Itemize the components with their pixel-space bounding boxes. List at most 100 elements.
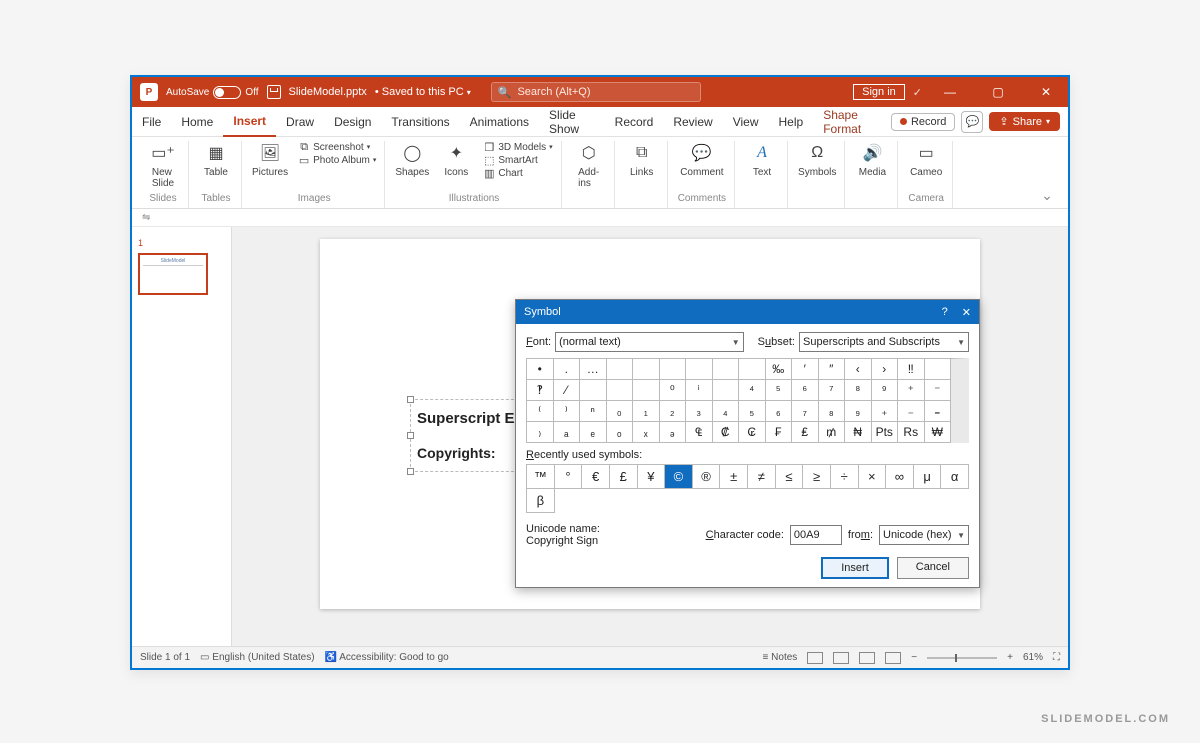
symbol-cell[interactable]	[713, 380, 740, 401]
symbol-cell[interactable]: ⁷	[819, 380, 846, 401]
search-input[interactable]: 🔍 Search (Alt+Q)	[491, 82, 701, 102]
symbol-cell[interactable]: ⁾	[554, 401, 581, 422]
symbol-cell[interactable]: ₑ	[580, 422, 607, 443]
fit-to-window-button[interactable]: ⛶	[1053, 652, 1060, 663]
autosave-toggle[interactable]: AutoSave Off	[166, 86, 259, 99]
symbol-cell[interactable]: ₓ	[633, 422, 660, 443]
cameo-button[interactable]: ▭Cameo	[909, 141, 943, 178]
symbol-cell[interactable]: ⁿ	[580, 401, 607, 422]
symbol-cell[interactable]: ″	[819, 359, 846, 380]
symbol-cell[interactable]: ₊	[872, 401, 899, 422]
symbol-cell[interactable]: ₐ	[554, 422, 581, 443]
shapes-button[interactable]: ◯Shapes	[395, 141, 429, 178]
symbol-cell[interactable]	[713, 359, 740, 380]
symbol-cell[interactable]: ₌	[925, 401, 952, 422]
symbols-button[interactable]: ΩSymbols	[798, 141, 836, 178]
symbol-cell[interactable]: ₔ	[660, 422, 687, 443]
font-select[interactable]: (normal text)▼	[555, 332, 744, 352]
3d-models-button[interactable]: ❒3D Models ▾	[483, 141, 552, 153]
symbol-cell[interactable]: ⁴	[739, 380, 766, 401]
tab-animations[interactable]: Animations	[460, 107, 539, 137]
recent-symbol-cell[interactable]: β	[527, 489, 555, 513]
symbol-cell[interactable]: ‼	[898, 359, 925, 380]
tab-help[interactable]: Help	[769, 107, 814, 137]
recent-symbol-cell[interactable]: €	[582, 465, 610, 489]
recent-symbol-cell[interactable]: ©	[665, 465, 693, 489]
symbol-cell[interactable]: ₢	[739, 422, 766, 443]
symbol-cell[interactable]: ⁵	[766, 380, 793, 401]
symbol-cell[interactable]: .	[554, 359, 581, 380]
photo-album-button[interactable]: ▭Photo Album ▾	[298, 154, 376, 166]
recent-symbol-cell[interactable]: £	[610, 465, 638, 489]
slideshow-view-button[interactable]	[885, 652, 901, 664]
symbol-cell[interactable]: ′	[792, 359, 819, 380]
recent-symbol-cell[interactable]: α	[941, 465, 969, 489]
resize-handle[interactable]	[407, 396, 414, 403]
recent-symbol-cell[interactable]: ¥	[638, 465, 666, 489]
symbol-cell[interactable]: ₒ	[607, 422, 634, 443]
dialog-titlebar[interactable]: Symbol ? ✕	[516, 300, 979, 324]
symbol-cell[interactable]: ₄	[713, 401, 740, 422]
resize-handle[interactable]	[407, 468, 414, 475]
table-button[interactable]: ▦Table	[199, 141, 233, 178]
coming-soon-icon[interactable]: ✓	[913, 86, 922, 99]
tab-review[interactable]: Review	[663, 107, 722, 137]
toggle-icon[interactable]	[213, 86, 241, 99]
symbol-cell[interactable]: ⁽	[527, 401, 554, 422]
symbol-cell[interactable]: ₈	[819, 401, 846, 422]
sorter-view-button[interactable]	[833, 652, 849, 664]
smartart-button[interactable]: ⬚SmartArt	[483, 154, 552, 166]
zoom-out-button[interactable]: −	[911, 652, 917, 663]
recent-symbol-cell[interactable]: ∞	[886, 465, 914, 489]
canvas-area[interactable]: Sli ↻ Superscript Example Copyrights:	[232, 227, 1068, 646]
symbol-cell[interactable]	[607, 359, 634, 380]
symbol-cell[interactable]	[580, 380, 607, 401]
save-icon[interactable]	[267, 85, 281, 99]
icons-button[interactable]: ✦Icons	[439, 141, 473, 178]
symbol-cell[interactable]: ₠	[686, 422, 713, 443]
notes-button[interactable]: ≡ Notes	[763, 652, 798, 663]
recent-symbol-cell[interactable]: °	[555, 465, 583, 489]
dialog-help-button[interactable]: ?	[942, 306, 948, 319]
symbol-cell[interactable]: ‽	[527, 380, 554, 401]
recent-symbol-cell[interactable]: ±	[720, 465, 748, 489]
comment-button[interactable]: 💬Comment	[680, 141, 723, 178]
symbol-cell[interactable]: ⁻	[925, 380, 952, 401]
symbol-cell[interactable]: ⁄	[554, 380, 581, 401]
tab-view[interactable]: View	[723, 107, 769, 137]
symbol-cell[interactable]	[607, 380, 634, 401]
close-button[interactable]: ✕	[1026, 77, 1066, 107]
recent-symbol-cell[interactable]: ™	[527, 465, 555, 489]
cancel-button[interactable]: Cancel	[897, 557, 969, 579]
symbol-cell[interactable]: …	[580, 359, 607, 380]
maximize-button[interactable]: ▢	[978, 77, 1018, 107]
char-code-input[interactable]: 00A9	[790, 525, 842, 545]
symbol-cell[interactable]	[660, 359, 687, 380]
symbol-cell[interactable]: ₤	[792, 422, 819, 443]
symbol-cell[interactable]: ‰	[766, 359, 793, 380]
normal-view-button[interactable]	[807, 652, 823, 664]
symbol-cell[interactable]: ⁺	[898, 380, 925, 401]
symbol-cell[interactable]: ₀	[607, 401, 634, 422]
symbol-cell[interactable]: ₃	[686, 401, 713, 422]
comments-pane-button[interactable]: 💬	[961, 111, 983, 133]
symbol-cell[interactable]: ₆	[766, 401, 793, 422]
symbol-cell[interactable]: ₥	[819, 422, 846, 443]
symbol-cell[interactable]: ₩	[925, 422, 952, 443]
reading-view-button[interactable]	[859, 652, 875, 664]
record-button[interactable]: Record	[891, 113, 955, 131]
symbol-cell[interactable]: ₂	[660, 401, 687, 422]
symbol-cell[interactable]	[925, 359, 952, 380]
recent-symbol-cell[interactable]: ×	[859, 465, 887, 489]
zoom-in-button[interactable]: +	[1007, 652, 1013, 663]
recent-symbol-cell[interactable]: ®	[693, 465, 721, 489]
language-status[interactable]: ▭ English (United States)	[200, 652, 315, 663]
chart-button[interactable]: ▥Chart	[483, 167, 552, 179]
accessibility-status[interactable]: ♿ Accessibility: Good to go	[325, 652, 449, 663]
symbol-cell[interactable]: ₉	[845, 401, 872, 422]
symbol-cell[interactable]: Pts	[872, 422, 899, 443]
links-button[interactable]: ⧉Links	[625, 141, 659, 178]
signin-button[interactable]: Sign in	[853, 84, 905, 100]
recent-symbol-cell[interactable]: ÷	[831, 465, 859, 489]
zoom-level[interactable]: 61%	[1023, 652, 1043, 663]
